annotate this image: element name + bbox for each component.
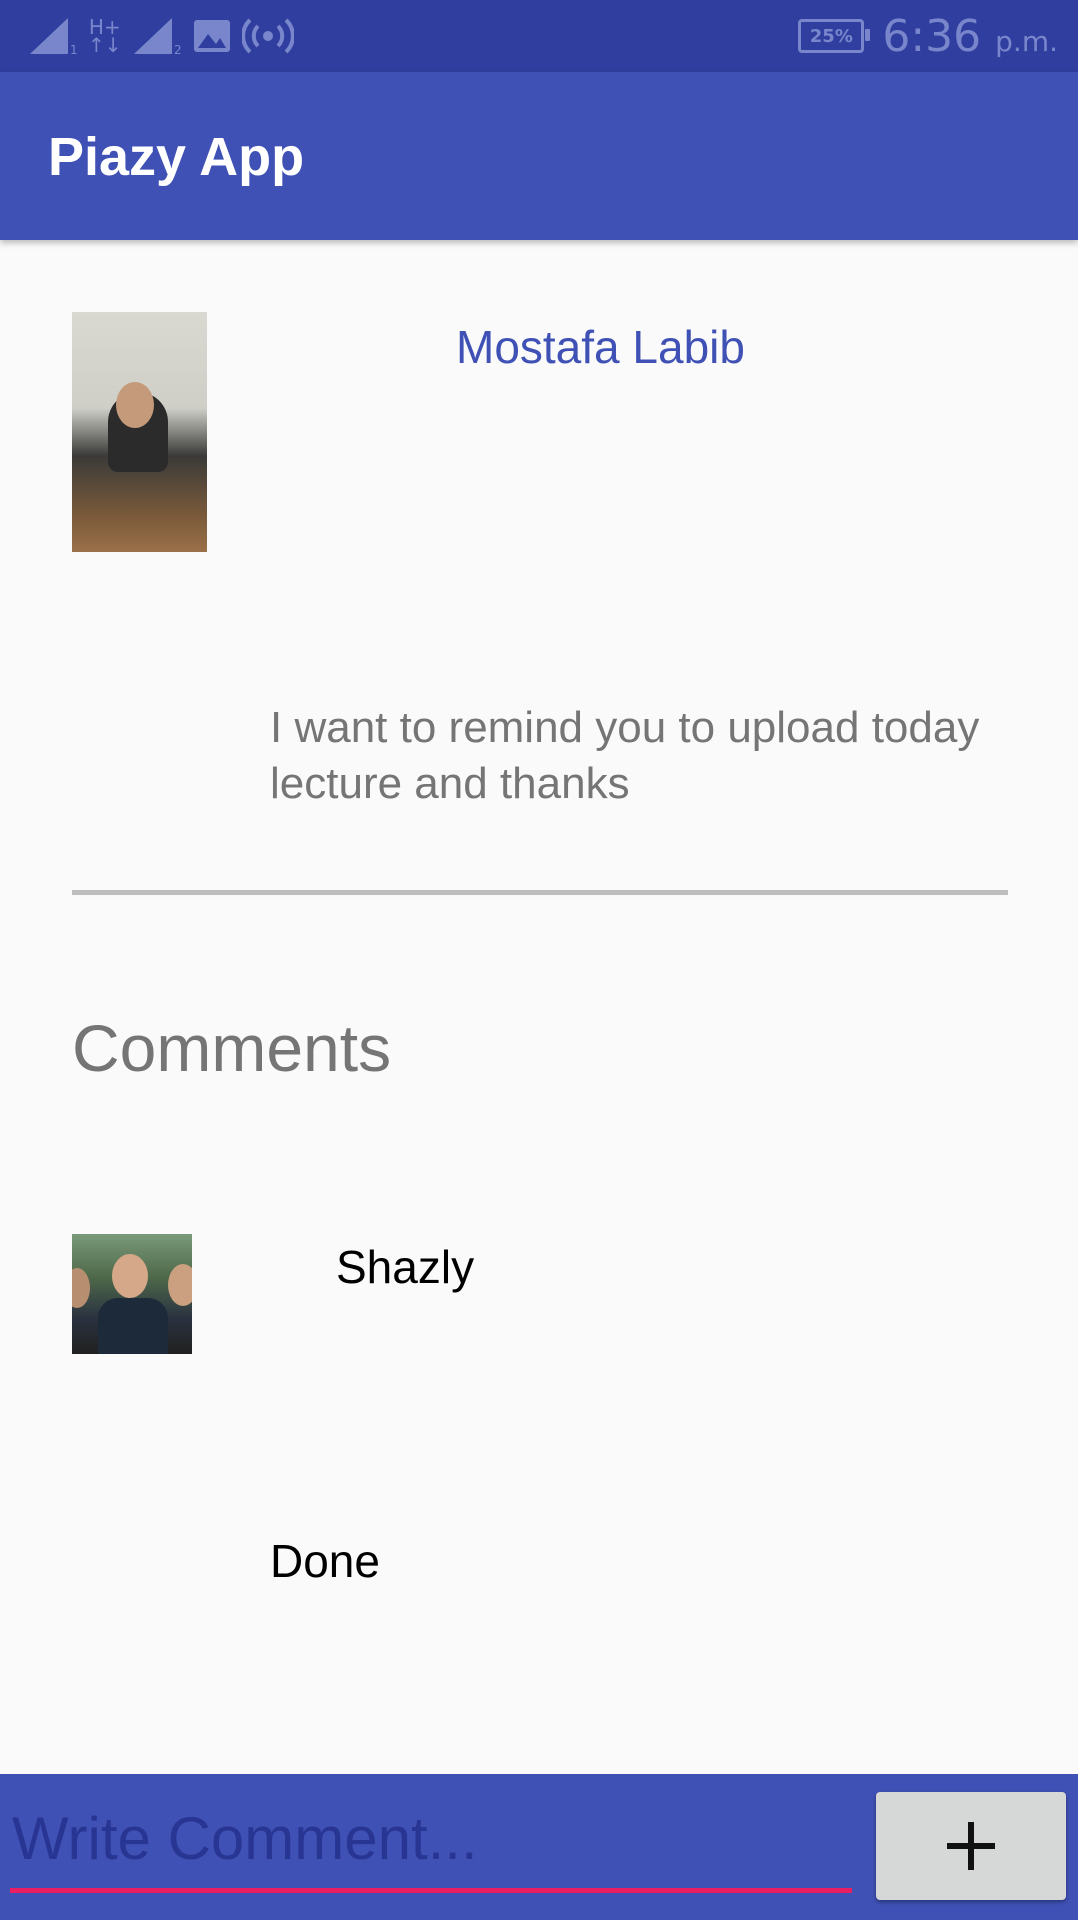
- clock: 6:36 p.m.: [882, 11, 1058, 62]
- comment-author-name: Shazly: [336, 1241, 475, 1293]
- image-icon: [193, 20, 230, 52]
- post-author-name[interactable]: Mostafa Labib: [456, 320, 745, 374]
- avatar-body-shape: [98, 1298, 168, 1354]
- avatar-face-shape: [72, 1268, 90, 1308]
- svg-text:1: 1: [70, 43, 78, 56]
- svg-text:2: 2: [174, 43, 182, 56]
- avatar-face-shape: [116, 382, 154, 428]
- app-bar: Piazy App: [0, 72, 1078, 240]
- comment-body: Done: [270, 1535, 380, 1587]
- status-icons-right: 25% 6:36 p.m.: [798, 10, 1058, 62]
- app-title: Piazy App: [48, 127, 305, 187]
- comments-heading: Comments: [72, 1011, 392, 1085]
- post-body: I want to remind you to upload today lec…: [270, 703, 980, 808]
- comment-composer: [0, 1774, 1078, 1920]
- network-type-icon: H+ ↑↓: [88, 15, 122, 57]
- status-bar: 1 H+ ↑↓ 2 25% 6:36 p.m.: [0, 0, 1078, 72]
- clock-suffix: p.m.: [995, 24, 1058, 58]
- signal-1-icon: 1: [30, 18, 78, 56]
- divider: [72, 890, 1008, 895]
- clock-time: 6:36: [882, 10, 982, 62]
- post-author-avatar[interactable]: [72, 312, 207, 552]
- hotspot-icon: [241, 18, 294, 54]
- avatar-face-shape: [168, 1264, 192, 1306]
- battery-percent: 25%: [809, 25, 853, 47]
- plus-icon: [947, 1822, 995, 1870]
- comment-input[interactable]: [10, 1788, 852, 1893]
- add-comment-button[interactable]: [876, 1792, 1066, 1900]
- comment-author-avatar[interactable]: [72, 1234, 192, 1354]
- avatar-face-shape: [112, 1254, 148, 1298]
- battery-icon: 25%: [798, 19, 871, 53]
- signal-2-icon: 2: [133, 18, 182, 56]
- status-icons-left: 1 H+ ↑↓ 2: [28, 14, 294, 58]
